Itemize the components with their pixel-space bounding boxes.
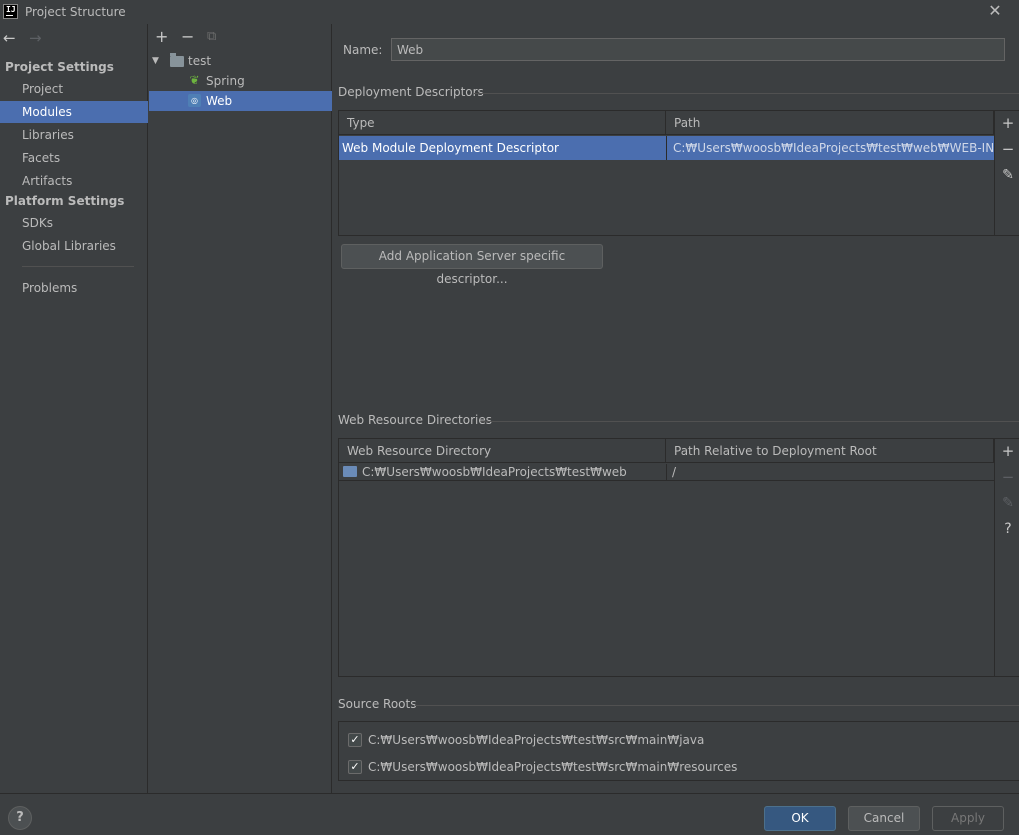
tree-node-label: Web: [206, 94, 233, 108]
name-field[interactable]: [391, 38, 1005, 61]
settings-nav: ← → Project Settings Project Modules Lib…: [0, 24, 148, 793]
ok-button[interactable]: OK: [764, 806, 836, 831]
checkbox[interactable]: ✓: [348, 733, 362, 747]
tree-node-spring[interactable]: ❦ Spring: [149, 71, 332, 91]
nav-divider: [22, 266, 134, 267]
nav-item-modules[interactable]: Modules: [0, 101, 148, 123]
web-resource-directories-table: Web Resource Directory Path Relative to …: [338, 438, 1019, 677]
remove-icon[interactable]: −: [181, 28, 194, 46]
module-folder-icon: [170, 53, 184, 67]
tree-node-label: Spring: [206, 74, 245, 88]
close-icon[interactable]: ✕: [986, 2, 1004, 20]
remove-icon[interactable]: −: [995, 140, 1019, 158]
descriptor-type-cell: Web Module Deployment Descriptor: [342, 141, 559, 155]
web-facet-icon: ◎: [188, 94, 201, 107]
project-settings-heading: Project Settings: [5, 60, 114, 74]
source-roots-list: ✓ C:₩Users₩woosb₩IdeaProjects₩test₩src₩m…: [338, 721, 1019, 781]
section-divider: [474, 93, 1019, 94]
nav-item-facets[interactable]: Facets: [0, 147, 148, 169]
expand-toggle-icon[interactable]: ▼: [152, 51, 159, 71]
tree-node-label: test: [188, 54, 212, 68]
checkbox[interactable]: ✓: [348, 760, 362, 774]
source-root-path: C:₩Users₩woosb₩IdeaProjects₩test₩src₩mai…: [368, 760, 738, 774]
facet-settings-panel: Name: Deployment Descriptors Type Path W…: [333, 24, 1019, 793]
nav-item-global-libraries[interactable]: Global Libraries: [0, 235, 148, 257]
web-folder-icon: [343, 466, 357, 477]
column-header-path[interactable]: Path: [666, 111, 994, 135]
platform-settings-heading: Platform Settings: [5, 194, 125, 208]
add-icon[interactable]: +: [995, 442, 1019, 460]
web-resource-toolbar: + − ✎ ?: [994, 439, 1019, 676]
add-icon[interactable]: +: [155, 28, 168, 46]
help-button[interactable]: ?: [8, 806, 32, 830]
nav-item-project[interactable]: Project: [0, 78, 148, 100]
name-label: Name:: [343, 43, 383, 57]
forward-arrow-icon[interactable]: →: [29, 29, 42, 47]
descriptor-path-cell: C:₩Users₩woosb₩IdeaProjects₩test₩web₩WEB…: [666, 136, 994, 160]
web-resource-directories-title: Web Resource Directories: [338, 413, 492, 427]
source-roots-title: Source Roots: [338, 697, 417, 711]
relative-path-cell: /: [666, 464, 994, 481]
column-header-type[interactable]: Type: [339, 111, 666, 135]
nav-item-sdks[interactable]: SDKs: [0, 212, 148, 234]
dialog-footer: ? OK Cancel Apply: [0, 793, 1019, 835]
back-arrow-icon[interactable]: ←: [3, 29, 16, 47]
spring-leaf-icon: ❦: [189, 73, 200, 87]
cancel-button[interactable]: Cancel: [848, 806, 920, 831]
tree-node-test[interactable]: ▼ test: [149, 51, 332, 71]
deployment-descriptors-title: Deployment Descriptors: [338, 85, 484, 99]
window-title: Project Structure: [25, 5, 126, 19]
resource-directory-cell: C:₩Users₩woosb₩IdeaProjects₩test₩web: [362, 465, 627, 479]
add-server-descriptor-button[interactable]: Add Application Server specific descript…: [341, 244, 603, 286]
apply-button[interactable]: Apply: [932, 806, 1004, 831]
tree-node-web[interactable]: ◎ Web: [149, 91, 332, 111]
title-bar: IJ Project Structure ✕: [0, 0, 1019, 24]
nav-item-artifacts[interactable]: Artifacts: [0, 170, 148, 192]
deployment-table-toolbar: + − ✎: [994, 111, 1019, 235]
table-row[interactable]: C:₩Users₩woosb₩IdeaProjects₩test₩web /: [339, 464, 994, 481]
section-divider: [415, 705, 1019, 706]
help-icon[interactable]: ?: [995, 520, 1019, 538]
module-tree: + − ⧉ ▼ test ❦ Spring ◎ Web: [149, 24, 332, 793]
add-icon[interactable]: +: [995, 114, 1019, 132]
column-header-relative-path[interactable]: Path Relative to Deployment Root: [666, 439, 994, 463]
table-row[interactable]: Web Module Deployment Descriptor C:₩User…: [339, 136, 994, 160]
column-header-directory[interactable]: Web Resource Directory: [339, 439, 666, 463]
edit-pencil-icon[interactable]: ✎: [995, 494, 1019, 512]
nav-item-problems[interactable]: Problems: [0, 277, 148, 299]
logo-text: IJ: [6, 5, 16, 14]
copy-icon[interactable]: ⧉: [207, 28, 216, 46]
section-divider: [481, 421, 1019, 422]
source-root-path: C:₩Users₩woosb₩IdeaProjects₩test₩src₩mai…: [368, 733, 705, 747]
edit-pencil-icon[interactable]: ✎: [995, 166, 1019, 184]
remove-icon[interactable]: −: [995, 468, 1019, 486]
nav-item-libraries[interactable]: Libraries: [0, 124, 148, 146]
deployment-descriptors-table: Type Path Web Module Deployment Descript…: [338, 110, 1019, 236]
intellij-logo-icon: IJ: [3, 4, 18, 19]
